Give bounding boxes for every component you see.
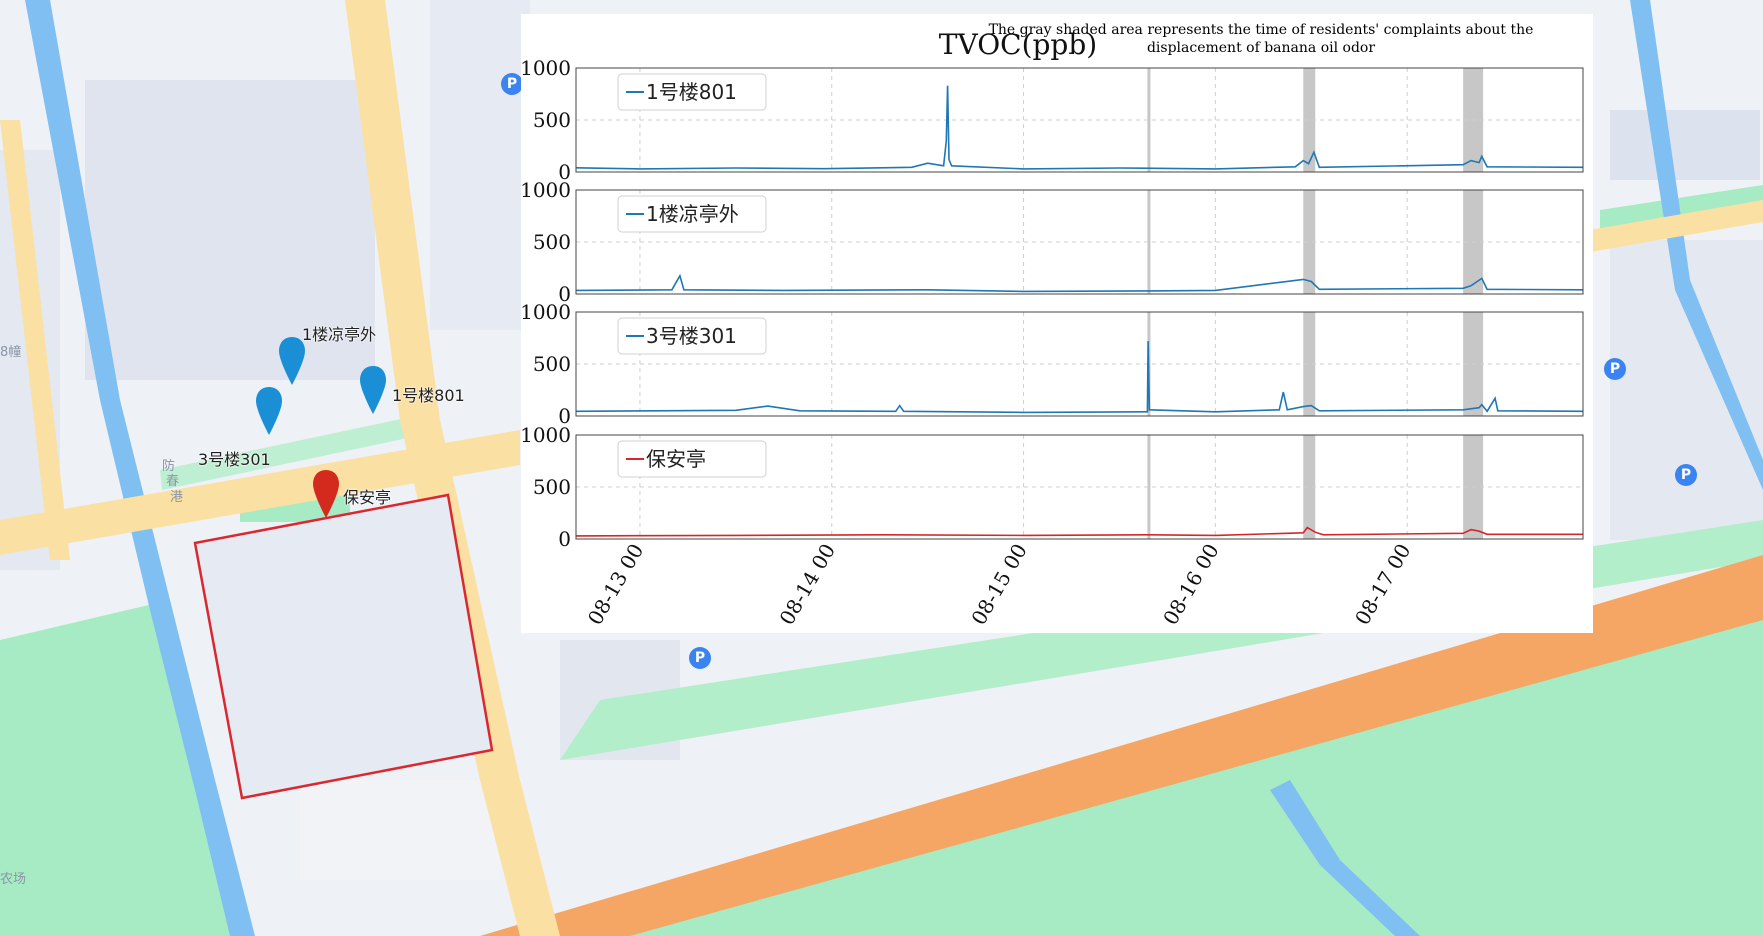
series-line <box>575 526 1583 537</box>
marker-label-guardhouse: 保安亭 <box>343 488 392 507</box>
legend-label: 1号楼801 <box>646 80 737 104</box>
parking-icon[interactable]: P <box>689 647 711 669</box>
legend-label: 1楼凉亭外 <box>646 202 739 226</box>
site-area-outline[interactable] <box>193 493 494 800</box>
y-tick-label: 1000 <box>521 423 571 447</box>
map-block <box>1610 110 1760 180</box>
location-pin-icon[interactable] <box>254 385 284 437</box>
series-line <box>575 273 1584 293</box>
x-tick-label: 08-15 00 <box>966 540 1032 629</box>
tvoc-chart: TVOC(ppb)The gray shaded area represents… <box>521 22 1584 629</box>
legend-label: 保安亭 <box>646 447 706 471</box>
y-tick-label: 1000 <box>521 300 571 324</box>
marker-label-bldg1-801: 1号楼801 <box>392 386 465 405</box>
street-label: 港 <box>170 490 184 505</box>
tvoc-chart-panel: TVOC(ppb) The gray shaded area represents… <box>521 14 1593 633</box>
parking-icon[interactable]: P <box>501 73 523 95</box>
legend-label: 3号楼301 <box>646 324 737 348</box>
y-tick-label: 500 <box>533 475 571 499</box>
x-tick-label: 08-16 00 <box>1158 540 1224 629</box>
parking-icon[interactable]: P <box>1675 464 1697 486</box>
marker-label-bldg3-301: 3号楼301 <box>198 450 271 469</box>
street-label: 农场 <box>0 872 27 887</box>
y-tick-label: 1000 <box>521 178 571 202</box>
x-tick-label: 08-17 00 <box>1350 540 1416 629</box>
marker-label-pavilion: 1楼凉亭外 <box>302 325 377 344</box>
chart-annotation: displacement of banana oil odor <box>1147 40 1375 56</box>
y-tick-label: 0 <box>558 527 571 551</box>
map-block <box>430 0 530 330</box>
street-label: 8幢 <box>0 345 22 360</box>
y-tick-label: 500 <box>533 352 571 376</box>
x-tick-label: 08-13 00 <box>583 540 649 629</box>
y-tick-label: 500 <box>533 230 571 254</box>
parking-icon[interactable]: P <box>1604 358 1626 380</box>
x-tick-label: 08-14 00 <box>775 540 841 629</box>
y-tick-label: 500 <box>533 108 571 132</box>
location-pin-icon[interactable] <box>358 364 388 416</box>
y-tick-label: 1000 <box>521 56 571 80</box>
map-block <box>300 780 500 880</box>
location-pin-icon[interactable] <box>311 468 341 520</box>
chart-annotation: The gray shaded area represents the time… <box>989 22 1534 38</box>
